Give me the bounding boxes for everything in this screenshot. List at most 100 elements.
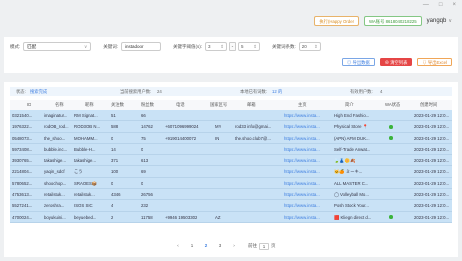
column-header[interactable]: 关注数 [111,100,124,110]
row-id: 0548073... [12,135,33,141]
mode-select[interactable]: 匹配 ∨ [23,42,92,51]
table-row[interactable]: 0321540... imaginatur... RM Signat... 51 66 h… [10,110,452,122]
table-row[interactable]: 4700024... boyukuini... beyuebed... 2 11758 +… [10,211,452,223]
row-following: 0 [111,180,114,186]
threshold-label: 关键字阈值(s): [173,43,203,49]
row-homepage[interactable]: https://www.insta... [284,178,320,188]
column-header[interactable]: ID [27,100,31,110]
prev-page-icon[interactable]: ‹ [174,242,182,250]
status-label: 状态: [16,88,26,94]
column-header[interactable]: 创建时间 [420,100,437,110]
happy-order-badge[interactable]: 执行(Happy Order [314,16,360,26]
row-following: 2 [111,214,114,220]
row-homepage[interactable]: https://www.insta... [284,200,320,210]
import-data-button[interactable]: ◎ 导出数据 [342,58,375,66]
top-bar: 执行(Happy Order WA账号 8618040218225 yangqb… [0,8,462,34]
total-value: 24 [157,89,162,94]
row-name: boyukuini... [44,214,66,220]
row-created-time: 2023-01-29 12:0... [414,214,450,220]
row-bio: Self-Trade Anwat... [334,146,371,152]
stepper-icon[interactable]: ⇕ [220,44,224,50]
row-homepage[interactable]: https://www.insta... [284,189,320,199]
column-header[interactable]: 昵称 [85,100,94,110]
row-phone: +9946 19503302 [165,214,198,220]
row-bio: 🟥 Kliegn direct d... [334,214,372,220]
row-following: 4346 [111,192,121,198]
row-name: yaqin_sdcf [44,169,65,175]
column-header[interactable]: 名称 [55,100,64,110]
row-homepage[interactable]: https://www.insta... [284,110,320,120]
page-button[interactable]: 1 [188,242,196,250]
row-nickname: こう [74,169,83,175]
row-phone: +6071096999024 [165,124,199,130]
row-homepage[interactable]: https://www.insta... [284,133,320,143]
table-row[interactable]: 4753613... retailstuk... retailstuk... 4346… [10,189,452,201]
stepper-icon[interactable]: ⇕ [253,44,257,50]
row-homepage[interactable]: https://www.insta... [284,144,320,154]
row-country-code: AZ [215,214,221,220]
column-header[interactable]: 主页 [298,100,307,110]
row-created-time: 2023-01-29 12:0... [414,113,450,118]
column-header[interactable]: 电话 [176,100,185,110]
row-nickname: beyuebed... [74,214,97,220]
count-label: 关键词条数: [272,43,296,49]
row-bio: Physical Store 📍 [334,124,369,130]
table-row[interactable]: 5527241... zeroshra... ISOS SIC 4 232 https:/… [10,200,452,212]
row-email: rod33 info@gmai... [235,124,272,130]
export-excel-button[interactable]: ⇩ 导出Excel [417,58,452,66]
whatsapp-account-badge[interactable]: WA账号 8618040218225 [364,16,422,26]
user-menu[interactable]: yangqb ∨ [427,18,452,24]
row-country-code: MY [215,124,222,130]
row-name: takashige... [44,158,66,164]
status-value: 搜索完成 [30,88,48,94]
table-row[interactable]: 1976322... rodOB_rod... ROD3OB N... 588 1476… [10,121,452,133]
table-row[interactable]: 3930765... takashige... takashige... 371 613… [10,155,452,167]
goto-label: 前往 [248,243,257,248]
row-following: 371 [111,158,119,164]
row-country-code: IN [215,135,220,141]
row-nickname: retailstuk... [74,192,95,198]
column-header[interactable]: 邮箱 [247,100,256,110]
threshold-max-field[interactable]: 5 ⇕ [238,42,261,51]
clear-list-button[interactable]: ⊗ 清空列表 [379,58,413,66]
row-homepage[interactable]: https://www.insta... [284,155,320,165]
row-created-time: 2023-01-29 12:0... [414,192,450,198]
table-row[interactable]: 5973408... bubble.inc... Bubble-H... 14 0 htt… [10,143,452,156]
row-followers: 613 [141,158,149,164]
row-nickname: MOHAMM... [74,135,98,141]
row-following: 4 [111,203,114,209]
results-panel: 状态: 搜索完成 当前搜索用户数: 24 本地已有词数: 12 的 有效用户数:… [4,82,458,257]
valid-value: 4 [380,89,383,94]
action-buttons: ◎ 导出数据 ⊗ 清空列表 ⇩ 导出Excel [342,58,452,66]
next-page-icon[interactable]: › [230,242,238,250]
column-header[interactable]: 粉丝数 [141,100,154,110]
row-nickname: takashige... [74,158,96,164]
whatsapp-status-dot [389,215,393,219]
range-separator: - [229,42,237,51]
row-homepage[interactable]: https://www.insta... [284,166,320,176]
row-following: 0 [111,135,114,141]
stepper-icon[interactable]: ⇕ [314,44,318,50]
threshold-min-value: 3 [208,44,211,49]
row-homepage[interactable]: https://www.insta... [284,212,320,222]
column-header[interactable]: 简介 [345,100,354,110]
goto-page-input[interactable]: 1 [259,242,269,250]
row-followers: 0 [141,180,144,186]
row-followers: 0 [141,146,144,152]
page-button-active[interactable]: 2 [202,242,210,250]
row-nickname: SRAOES📦 [74,180,98,186]
keyword-input[interactable]: instadoor [121,42,162,51]
row-created-time: 2023-01-29 12:0... [414,146,450,152]
table-row[interactable]: 2214804... yaqin_sdcf こう 100 69 https://www.i… [10,166,452,178]
column-header[interactable]: 国家区号 [210,100,227,110]
table-row[interactable]: 5780652... shoochop... SRAOES📦 0 0 https://ww… [10,177,452,190]
row-homepage[interactable]: https://www.insta... [284,121,320,131]
page-button[interactable]: 3 [216,242,224,250]
goto-page: 前往 1 页 [248,242,276,250]
threshold-min-field[interactable]: 3 ⇕ [205,42,228,51]
row-following: 14 [111,146,116,152]
row-followers: 14762 [141,124,153,130]
column-header[interactable]: WA状态 [385,100,400,110]
count-field[interactable]: 20 ⇕ [298,42,321,51]
table-row[interactable]: 0548073... the_shoo... MOHAMM... 0 75 +919014… [10,132,452,144]
